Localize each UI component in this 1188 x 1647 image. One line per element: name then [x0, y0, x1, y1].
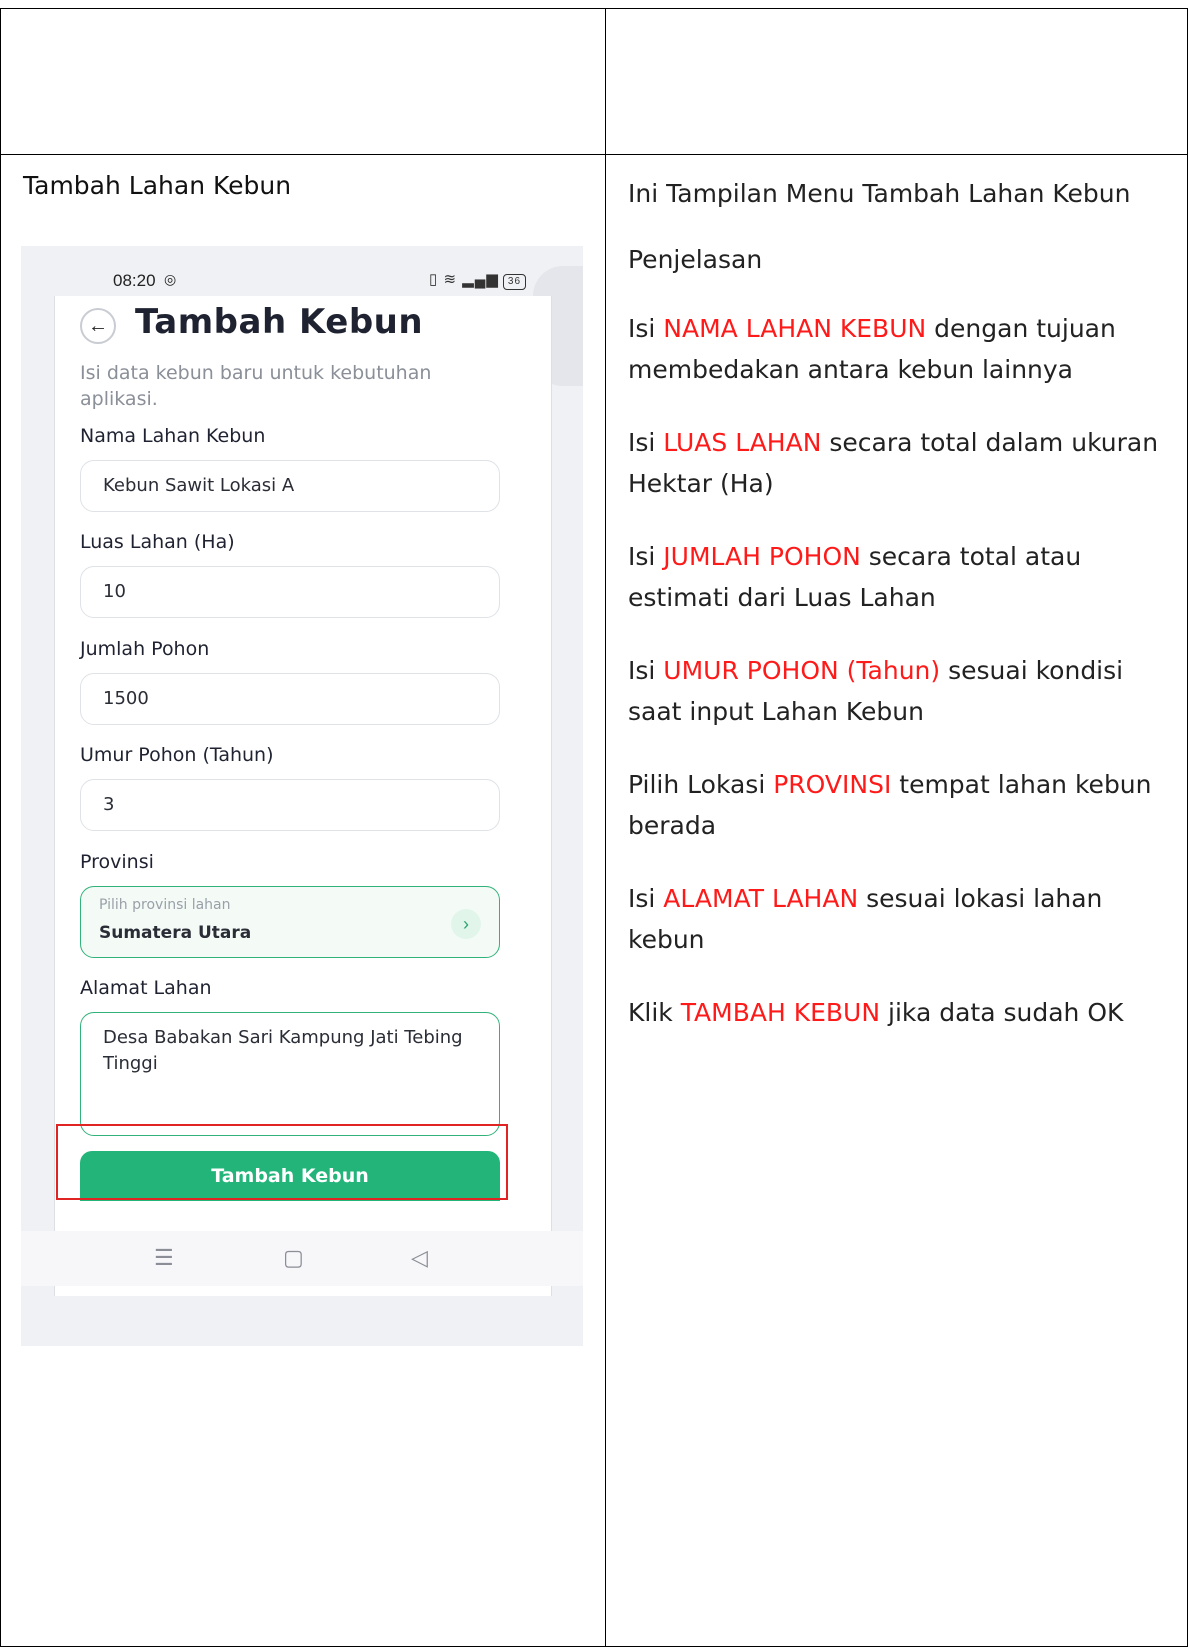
menu-icon[interactable]: ☰ — [154, 1245, 174, 1271]
umur-pohon-value: 3 — [103, 794, 115, 815]
jumlah-pohon-input[interactable]: 1500 — [80, 673, 500, 725]
nama-label: Nama Lahan Kebun — [80, 425, 266, 447]
nama-lahan-value: Kebun Sawit Lokasi A — [103, 475, 295, 496]
empty-header-cell-left — [0, 8, 606, 155]
explanation-item: Isi UMUR POHON (Tahun) sesuai kondisi sa… — [628, 656, 1124, 726]
phone-screenshot: 08:20 ◎ ▯ ≋ ▂▄▆ 36 ← Tambah Kebun Isi dat… — [21, 246, 583, 1346]
provinsi-hint: Pilih provinsi lahan — [99, 897, 231, 913]
provinsi-label: Provinsi — [80, 851, 154, 873]
alamat-value: Desa Babakan Sari Kampung Jati Tebing Ti… — [103, 1027, 463, 1074]
explanation-item: Isi ALAMAT LAHAN sesuai lokasi lahan keb… — [628, 884, 1103, 954]
explanation-item: Pilih Lokasi PROVINSI tempat lahan kebun… — [628, 770, 1152, 840]
system-icons: ▯ ≋ ▂▄▆ 36 — [429, 270, 527, 290]
explanation-cell: Ini Tampilan Menu Tambah Lahan Kebun Pen… — [605, 154, 1188, 1647]
explanation-item: Isi NAMA LAHAN KEBUN dengan tujuan membe… — [628, 314, 1116, 384]
page-title: Tambah Kebun — [135, 302, 424, 342]
back-triangle-icon[interactable]: ◁ — [411, 1245, 428, 1271]
luas-lahan-value: 10 — [103, 581, 126, 602]
provinsi-select[interactable]: Pilih provinsi lahan Sumatera Utara › — [80, 886, 500, 958]
wifi-icon: ≋ — [443, 271, 458, 288]
nama-lahan-input[interactable]: Kebun Sawit Lokasi A — [80, 460, 500, 512]
luas-label: Luas Lahan (Ha) — [80, 531, 235, 553]
explanation-item: Isi LUAS LAHAN secara total dalam ukuran… — [628, 428, 1159, 498]
battery-icon: 36 — [502, 274, 527, 290]
status-time: 08:20 — [113, 271, 156, 290]
android-nav-bar: ☰ ▢ ◁ — [21, 1231, 583, 1286]
alamat-textarea[interactable]: Desa Babakan Sari Kampung Jati Tebing Ti… — [80, 1012, 500, 1136]
explanation-item: Isi JUMLAH POHON secara total atau estim… — [628, 542, 1082, 612]
explanation-heading: Ini Tampilan Menu Tambah Lahan Kebun — [628, 179, 1131, 208]
explanation-item: Klik TAMBAH KEBUN jika data sudah OK — [628, 998, 1124, 1027]
status-bar: 08:20 ◎ ▯ ≋ ▂▄▆ 36 — [21, 246, 583, 298]
explanation-subheading: Penjelasan — [628, 245, 763, 274]
home-icon[interactable]: ▢ — [283, 1245, 304, 1271]
page-subtitle: Isi data kebun baru untuk kebutuhan apli… — [80, 362, 432, 410]
chevron-right-icon: › — [451, 909, 481, 939]
back-arrow-icon[interactable]: ← — [80, 308, 116, 344]
empty-header-cell-right — [605, 8, 1188, 155]
umur-pohon-input[interactable]: 3 — [80, 779, 500, 831]
cell-title: Tambah Lahan Kebun — [23, 171, 292, 200]
provinsi-value: Sumatera Utara — [99, 923, 252, 943]
vibrate-icon: ▯ — [429, 271, 439, 288]
luas-lahan-input[interactable]: 10 — [80, 566, 500, 618]
signal-icon: ▂▄▆ — [462, 271, 499, 288]
jumlah-pohon-value: 1500 — [103, 688, 149, 709]
whatsapp-icon: ◎ — [164, 271, 177, 287]
alamat-label: Alamat Lahan — [80, 977, 212, 999]
jumlah-label: Jumlah Pohon — [80, 638, 210, 660]
highlight-box — [56, 1124, 508, 1200]
umur-label: Umur Pohon (Tahun) — [80, 744, 274, 766]
